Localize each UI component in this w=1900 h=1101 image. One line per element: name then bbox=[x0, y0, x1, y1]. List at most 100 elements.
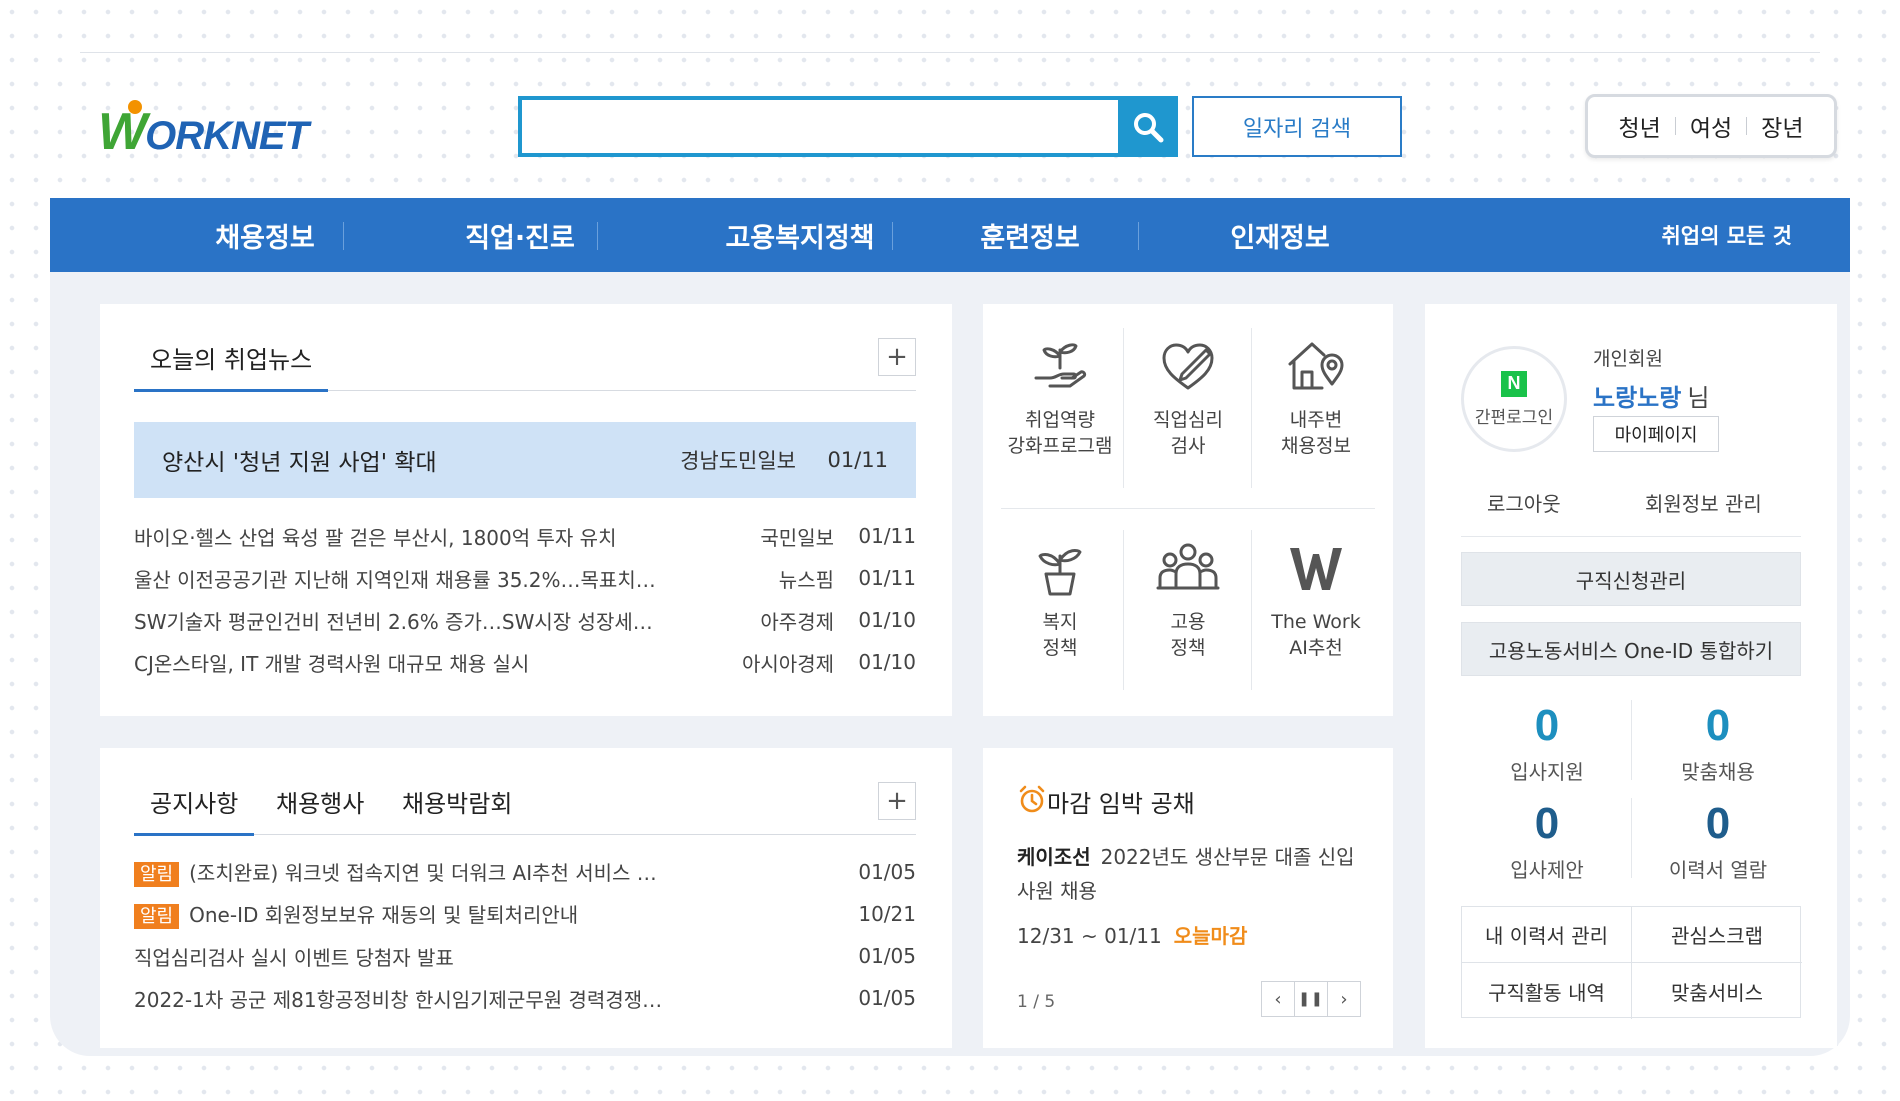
name-suffix: 님 bbox=[1687, 384, 1710, 412]
mypage-button[interactable]: 마이페이지 bbox=[1593, 416, 1719, 452]
deadline-job-link[interactable]: 케이조선 2022년도 생산부문 대졸 신입사원 채용 bbox=[1017, 840, 1367, 908]
quick-menu-label: 취업역량 강화프로그램 bbox=[1007, 409, 1113, 457]
nav-divider bbox=[1138, 222, 1139, 250]
target-middle-aged[interactable]: 장년 bbox=[1747, 109, 1817, 143]
target-group-selector: 청년 여성 장년 bbox=[1585, 94, 1837, 158]
notice-title: 2022-1차 공군 제81항공정비창 한시임기제군무원 경력경쟁… bbox=[134, 987, 663, 1012]
top-divider bbox=[80, 52, 1820, 53]
job-application-button[interactable]: 구직신청관리 bbox=[1461, 552, 1801, 606]
quick-menu-label: 고용 정책 bbox=[1170, 611, 1206, 659]
stat-applications[interactable]: 0 입사지원 bbox=[1472, 704, 1622, 785]
interest-scrap-link[interactable]: 관심스크랩 bbox=[1632, 907, 1802, 963]
stat-value: 0 bbox=[1534, 701, 1560, 750]
deadline-title: 마감 임박 공채 bbox=[1047, 790, 1195, 818]
headline-title: 양산시 '청년 지원 사업' 확대 bbox=[162, 450, 437, 476]
quick-menu-psych-test[interactable]: 직업심리 검사 bbox=[1125, 316, 1251, 486]
member-name: 노랑노랑 bbox=[1593, 384, 1682, 412]
tab-notices[interactable]: 공지사항 bbox=[150, 784, 238, 819]
news-date: 01/11 bbox=[858, 566, 916, 590]
notice-row[interactable]: 2022-1차 공군 제81항공정비창 한시임기제군무원 경력경쟁… 01/05 bbox=[134, 978, 916, 1018]
headline-news[interactable]: 양산시 '청년 지원 사업' 확대 경남도민일보 01/11 bbox=[134, 422, 916, 498]
oneid-integrate-button[interactable]: 고용노동서비스 One-ID 통합하기 bbox=[1461, 622, 1801, 676]
house-pin-icon bbox=[1288, 342, 1344, 390]
nav-divider bbox=[343, 222, 344, 250]
custom-service-link[interactable]: 맞춤서비스 bbox=[1632, 963, 1802, 1019]
notice-row[interactable]: 직업심리검사 실시 이벤트 당첨자 발표 01/05 bbox=[134, 936, 916, 976]
nav-item-welfare-policy[interactable]: 고용복지정책 bbox=[650, 198, 950, 272]
notice-card: 공지사항 채용행사 채용박람회 + 알림 (조치완료) 워크넷 접속지연 및 더워… bbox=[100, 748, 952, 1048]
logo-orange-dot bbox=[128, 100, 142, 114]
search-icon bbox=[1134, 112, 1164, 142]
nav-all-about-jobs[interactable]: 취업의 모든 것 bbox=[1661, 198, 1792, 272]
pause-button[interactable]: ❚❚ bbox=[1294, 981, 1328, 1017]
notice-row[interactable]: 알림 (조치완료) 워크넷 접속지연 및 더워크 AI추천 서비스 … 01/05 bbox=[134, 852, 916, 892]
quick-menu-employment-policy[interactable]: 고용 정책 bbox=[1125, 518, 1251, 688]
news-source: 아시아경제 bbox=[742, 651, 834, 676]
tab-recruit-events[interactable]: 채용행사 bbox=[276, 784, 364, 819]
member-info-link[interactable]: 회원정보 관리 bbox=[1645, 488, 1762, 517]
divider bbox=[1461, 536, 1801, 537]
sprout-hand-icon bbox=[1034, 343, 1087, 388]
nav-item-training[interactable]: 훈련정보 bbox=[930, 198, 1130, 272]
news-date: 01/11 bbox=[858, 524, 916, 548]
notice-date: 10/21 bbox=[858, 902, 916, 926]
deadline-period: 12/31 ~ 01/11 bbox=[1017, 924, 1162, 948]
search-button[interactable] bbox=[1118, 96, 1178, 157]
deadline-status: 오늘마감 bbox=[1173, 924, 1248, 948]
news-row[interactable]: 울산 이전공공기관 지난해 지역인재 채용률 35.2%…목표치… 뉴스핌 01… bbox=[134, 558, 916, 598]
quick-menu-nearby-jobs[interactable]: 내주변 채용정보 bbox=[1253, 316, 1379, 486]
nav-item-talent[interactable]: 인재정보 bbox=[1170, 198, 1390, 272]
tab-active-indicator bbox=[134, 389, 328, 392]
notice-title: One-ID 회원정보보유 재동의 및 탈퇴처리안내 bbox=[189, 902, 579, 927]
notice-date: 01/05 bbox=[858, 860, 916, 884]
deadline-card: 마감 임박 공채 케이조선 2022년도 생산부문 대졸 신입사원 채용 12/3… bbox=[983, 748, 1393, 1048]
target-women[interactable]: 여성 bbox=[1676, 109, 1746, 143]
news-row[interactable]: 바이오·헬스 산업 육성 팔 걷은 부산시, 1800억 투자 유치 국민일보 … bbox=[134, 516, 916, 556]
potted-plant-icon bbox=[1038, 548, 1082, 596]
notice-date: 01/05 bbox=[858, 944, 916, 968]
stat-custom-recruit[interactable]: 0 맞춤채용 bbox=[1643, 704, 1793, 785]
news-title: SW기술자 평균인건비 전년비 2.6% 증가…SW시장 성장세… bbox=[134, 609, 653, 634]
notice-date: 01/05 bbox=[858, 986, 916, 1010]
nav-item-recruit[interactable]: 채용정보 bbox=[160, 198, 370, 272]
search-input[interactable] bbox=[518, 96, 1118, 157]
resume-manage-link[interactable]: 내 이력서 관리 bbox=[1462, 907, 1632, 963]
chevron-left-icon: ‹ bbox=[1274, 988, 1282, 1010]
news-source: 뉴스핌 bbox=[778, 567, 834, 592]
stat-divider bbox=[1631, 700, 1632, 780]
naver-icon: N bbox=[1501, 370, 1527, 397]
job-activity-link[interactable]: 구직활동 내역 bbox=[1462, 963, 1632, 1019]
stat-divider bbox=[1631, 798, 1632, 878]
news-row[interactable]: SW기술자 평균인건비 전년비 2.6% 증가…SW시장 성장세… 아주경제 0… bbox=[134, 600, 916, 640]
deadline-period-row: 12/31 ~ 01/11 오늘마감 bbox=[1017, 920, 1247, 949]
stat-value: 0 bbox=[1534, 799, 1560, 848]
stat-resume-views[interactable]: 0 이력서 열람 bbox=[1643, 802, 1793, 883]
stat-label: 맞춤채용 bbox=[1681, 760, 1755, 784]
job-search-button[interactable]: 일자리 검색 bbox=[1192, 96, 1402, 157]
member-name-row: 노랑노랑 님 bbox=[1593, 378, 1709, 413]
prev-button[interactable]: ‹ bbox=[1261, 981, 1295, 1017]
quick-menu-label: 내주변 채용정보 bbox=[1281, 409, 1351, 457]
quick-menu-label: 직업심리 검사 bbox=[1153, 409, 1223, 457]
target-youth[interactable]: 청년 bbox=[1605, 109, 1675, 143]
notices-more-button[interactable]: + bbox=[878, 782, 916, 820]
quick-menu-welfare[interactable]: 복지 정책 bbox=[997, 518, 1123, 688]
simple-login-button[interactable]: N 간편로그인 bbox=[1461, 346, 1567, 452]
notice-row[interactable]: 알림 One-ID 회원정보보유 재동의 및 탈퇴처리안내 10/21 bbox=[134, 894, 916, 934]
nav-divider bbox=[597, 222, 598, 250]
quick-menu-label: 복지 정책 bbox=[1042, 611, 1078, 659]
quick-menu-thework-ai[interactable]: The Work AI추천 bbox=[1253, 518, 1379, 688]
headline-source: 경남도민일보 bbox=[680, 449, 796, 473]
logout-link[interactable]: 로그아웃 bbox=[1487, 488, 1561, 517]
news-title: CJ온스타일, IT 개발 경력사원 대규모 채용 실시 bbox=[134, 651, 530, 676]
alert-badge: 알림 bbox=[134, 903, 180, 930]
simple-login-label: 간편로그인 bbox=[1474, 407, 1554, 428]
quick-menu-employment-program[interactable]: 취업역량 강화프로그램 bbox=[997, 316, 1123, 486]
news-more-button[interactable]: + bbox=[878, 338, 916, 376]
tab-job-fairs[interactable]: 채용박람회 bbox=[402, 784, 512, 819]
next-button[interactable]: › bbox=[1327, 981, 1361, 1017]
user-quick-links: 내 이력서 관리 관심스크랩 구직활동 내역 맞춤서비스 bbox=[1461, 906, 1802, 1019]
news-row[interactable]: CJ온스타일, IT 개발 경력사원 대규모 채용 실시 아시아경제 01/10 bbox=[134, 642, 916, 682]
stat-offers[interactable]: 0 입사제안 bbox=[1472, 802, 1622, 883]
tab-today-news[interactable]: 오늘의 취업뉴스 bbox=[150, 340, 312, 375]
